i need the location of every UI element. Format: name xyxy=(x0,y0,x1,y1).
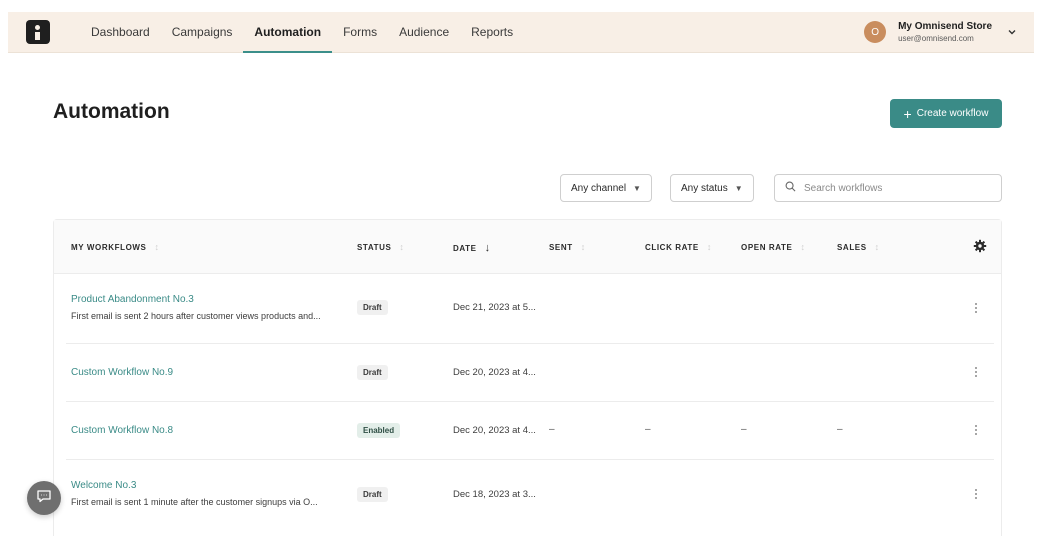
workflow-date: Dec 18, 2023 at 3... xyxy=(453,489,536,500)
nav-item-reports[interactable]: Reports xyxy=(460,12,524,52)
table-row[interactable]: Product Abandonment No.3 First email is … xyxy=(66,274,994,344)
avatar: O xyxy=(864,21,887,43)
click-rate-value: – xyxy=(645,424,651,435)
nav-item-automation[interactable]: Automation xyxy=(243,12,332,53)
workflow-name-link[interactable]: Custom Workflow No.9 xyxy=(71,367,173,378)
status-badge: Draft xyxy=(357,300,388,315)
sales-value: – xyxy=(837,424,843,435)
workflow-description: First email is sent 2 hours after custom… xyxy=(71,311,321,321)
column-header-date[interactable]: DATE ↓ xyxy=(453,242,491,254)
account-menu[interactable]: O My Omnisend Store user@omnisend.com xyxy=(864,21,1018,43)
sort-icon: ↕ xyxy=(580,242,586,252)
sort-icon: ↕ xyxy=(874,242,880,252)
workflow-description: First email is sent 1 minute after the c… xyxy=(71,497,318,507)
table-row[interactable]: Custom Workflow No.9 Draft Dec 20, 2023 … xyxy=(66,344,994,402)
chevron-down-icon: ▼ xyxy=(734,183,743,193)
status-badge: Draft xyxy=(357,365,388,380)
settings-gear-icon[interactable] xyxy=(973,239,987,253)
workflow-date: Dec 20, 2023 at 4... xyxy=(453,367,536,378)
status-filter-label: Any status xyxy=(681,182,728,194)
status-badge: Enabled xyxy=(357,423,401,438)
sort-icon: ↕ xyxy=(399,242,405,252)
chat-support-button[interactable] xyxy=(27,481,61,515)
workflows-table: MY WORKFLOWS ↕ STATUS ↕ DATE ↓ SENT ↕ CLICK … xyxy=(53,219,1002,536)
search-workflows-input[interactable] xyxy=(804,182,984,194)
more-vertical-icon[interactable] xyxy=(972,423,980,437)
sort-icon: ↕ xyxy=(800,242,806,252)
chat-icon xyxy=(36,488,52,509)
workflow-date: Dec 20, 2023 at 4... xyxy=(453,425,536,436)
account-info: My Omnisend Store user@omnisend.com xyxy=(898,21,992,43)
sort-descending-icon: ↓ xyxy=(484,242,491,254)
workflow-name-link[interactable]: Welcome No.3 xyxy=(71,480,136,491)
create-workflow-label: Create workflow xyxy=(916,108,989,119)
workflow-date: Dec 21, 2023 at 5... xyxy=(453,302,536,313)
more-vertical-icon[interactable] xyxy=(972,301,980,315)
nav-item-forms[interactable]: Forms xyxy=(332,12,388,52)
plus-icon: + xyxy=(903,105,912,122)
column-header-sent[interactable]: SENT ↕ xyxy=(549,242,586,252)
column-header-my-workflows[interactable]: MY WORKFLOWS ↕ xyxy=(71,242,160,252)
search-icon xyxy=(785,179,796,197)
nav-item-dashboard[interactable]: Dashboard xyxy=(80,12,161,52)
open-rate-value: – xyxy=(741,424,747,435)
account-email: user@omnisend.com xyxy=(898,34,974,43)
column-header-click-rate[interactable]: CLICK RATE ↕ xyxy=(645,242,712,252)
table-header: MY WORKFLOWS ↕ STATUS ↕ DATE ↓ SENT ↕ CLICK … xyxy=(54,220,1001,274)
channel-filter-label: Any channel xyxy=(571,182,627,194)
chevron-down-icon[interactable] xyxy=(1006,26,1018,38)
table-row[interactable]: Custom Workflow No.8 Enabled Dec 20, 202… xyxy=(66,402,994,460)
nav-item-audience[interactable]: Audience xyxy=(388,12,460,52)
more-vertical-icon[interactable] xyxy=(972,487,980,501)
search-box xyxy=(774,174,1002,202)
workflow-name-link[interactable]: Custom Workflow No.8 xyxy=(71,425,173,436)
top-navigation-bar: Dashboard Campaigns Automation Forms Aud… xyxy=(8,12,1034,53)
sent-value: – xyxy=(549,424,555,435)
sort-icon: ↕ xyxy=(706,242,712,252)
sort-icon: ↕ xyxy=(154,242,160,252)
create-workflow-button[interactable]: + Create workflow xyxy=(890,99,1002,128)
status-filter-dropdown[interactable]: Any status ▼ xyxy=(670,174,754,202)
logo-icon[interactable] xyxy=(26,20,50,44)
column-header-status[interactable]: STATUS ↕ xyxy=(357,242,405,252)
workflow-name-link[interactable]: Product Abandonment No.3 xyxy=(71,294,194,305)
table-row[interactable]: Welcome No.3 First email is sent 1 minut… xyxy=(66,460,994,537)
chevron-down-icon: ▼ xyxy=(633,183,641,193)
column-header-open-rate[interactable]: OPEN RATE ↕ xyxy=(741,242,806,252)
page-title: Automation xyxy=(53,100,170,123)
nav-item-campaigns[interactable]: Campaigns xyxy=(161,12,244,52)
status-badge: Draft xyxy=(357,487,388,502)
main-nav: Dashboard Campaigns Automation Forms Aud… xyxy=(80,12,524,53)
store-name: My Omnisend Store xyxy=(898,21,992,32)
more-vertical-icon[interactable] xyxy=(972,365,980,379)
channel-filter-dropdown[interactable]: Any channel ▼ xyxy=(560,174,652,202)
column-header-sales[interactable]: SALES ↕ xyxy=(837,242,880,252)
